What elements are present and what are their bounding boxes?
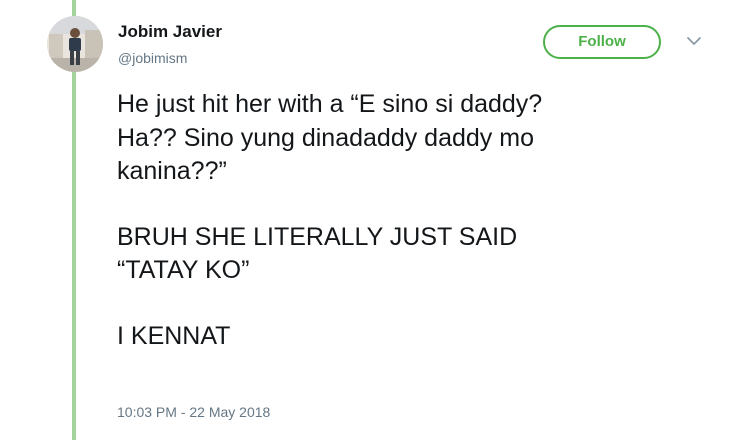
user-handle[interactable]: @jobimism xyxy=(118,50,187,66)
avatar-photo-icon xyxy=(47,16,103,72)
tweet-timestamp[interactable]: 10:03 PM - 22 May 2018 xyxy=(117,404,270,420)
tweet-paragraph: I KENNAT xyxy=(117,321,231,350)
tweet-paragraph: BRUH SHE LITERALLY JUST SAID “TATAY KO” xyxy=(117,222,518,285)
tweet-paragraph: He just hit her with a “E sino si daddy?… xyxy=(117,90,543,185)
follow-button[interactable]: Follow xyxy=(543,25,661,59)
avatar[interactable] xyxy=(47,16,103,72)
tweet-text: He just hit her with a “E sino si daddy?… xyxy=(117,88,697,353)
user-name[interactable]: Jobim Javier xyxy=(118,22,222,42)
chevron-down-icon[interactable] xyxy=(685,34,703,48)
